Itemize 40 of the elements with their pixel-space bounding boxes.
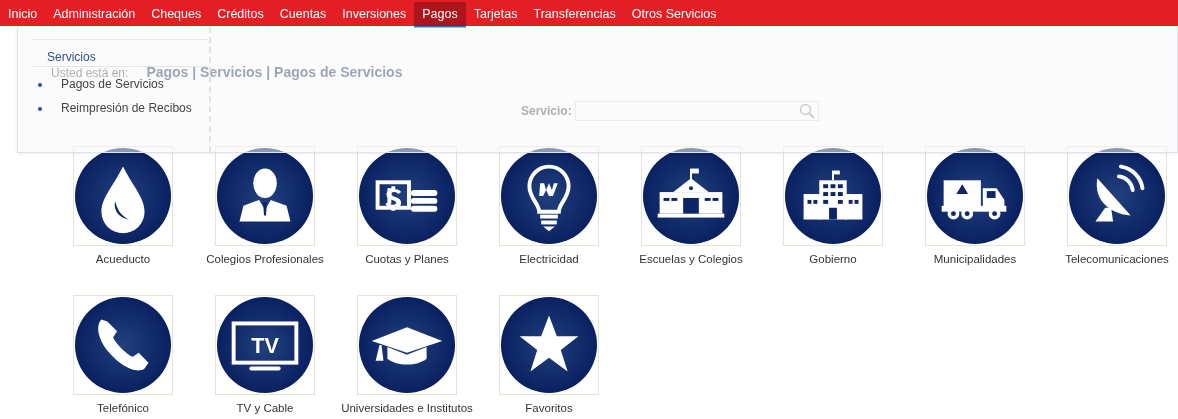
- dropdown-item[interactable]: Pagos de Servicios: [31, 77, 164, 91]
- menu-tab[interactable]: Transferencias: [525, 2, 624, 28]
- menu-tab[interactable]: Tarjetas: [465, 2, 526, 28]
- service-label[interactable]: Electricidad: [519, 253, 579, 265]
- menu-tab[interactable]: Pagos: [414, 2, 466, 28]
- dropdown-item[interactable]: Reimpresión de Recibos: [31, 101, 192, 115]
- service-label[interactable]: Acueducto: [95, 253, 151, 265]
- businessman-icon[interactable]: [216, 147, 314, 245]
- service-search-field[interactable]: [574, 101, 819, 121]
- service-label[interactable]: Universidades e Institutos: [341, 402, 473, 414]
- satellite-dish-icon[interactable]: [1068, 147, 1166, 245]
- water-drop-icon[interactable]: [74, 147, 172, 245]
- service-label[interactable]: Gobierno: [809, 253, 857, 265]
- menu-tab[interactable]: Administración: [45, 2, 144, 28]
- office-building-icon[interactable]: [784, 147, 882, 245]
- tv-text: TV: [251, 332, 279, 358]
- menu-tab[interactable]: Créditos: [209, 2, 272, 28]
- dropdown-heading: Servicios: [47, 50, 96, 64]
- tv-icon[interactable]: TV: [216, 296, 314, 394]
- service-label[interactable]: Escuelas y Colegios: [639, 253, 743, 265]
- phone-icon[interactable]: [74, 296, 172, 394]
- menu-tab[interactable]: Cuentas: [271, 2, 335, 28]
- menu-tab[interactable]: Inversiones: [334, 2, 415, 28]
- menu-tab[interactable]: Cheques: [143, 2, 210, 28]
- service-label[interactable]: TV y Cable: [236, 402, 294, 414]
- light-bulb-icon[interactable]: [500, 147, 598, 245]
- service-label[interactable]: Colegios Profesionales: [206, 253, 324, 265]
- recycling-truck-icon[interactable]: [926, 147, 1024, 245]
- service-label[interactable]: Telefónico: [97, 402, 149, 414]
- menu-tab[interactable]: Inicio: [0, 2, 46, 28]
- service-label[interactable]: Favoritos: [525, 402, 573, 414]
- breadcrumb-label: Usted está en:: [51, 66, 129, 80]
- service-label[interactable]: Telecomunicaciones: [1065, 253, 1169, 265]
- service-label[interactable]: Municipalidades: [933, 253, 1017, 265]
- service-label[interactable]: Cuotas y Planes: [365, 253, 449, 265]
- school-building-icon[interactable]: [642, 147, 740, 245]
- service-search-label: Servicio:: [521, 104, 572, 118]
- cash-coins-icon[interactable]: [358, 147, 456, 245]
- graduation-cap-icon[interactable]: [358, 296, 456, 394]
- menu-tab[interactable]: Otros Servicios: [623, 2, 725, 28]
